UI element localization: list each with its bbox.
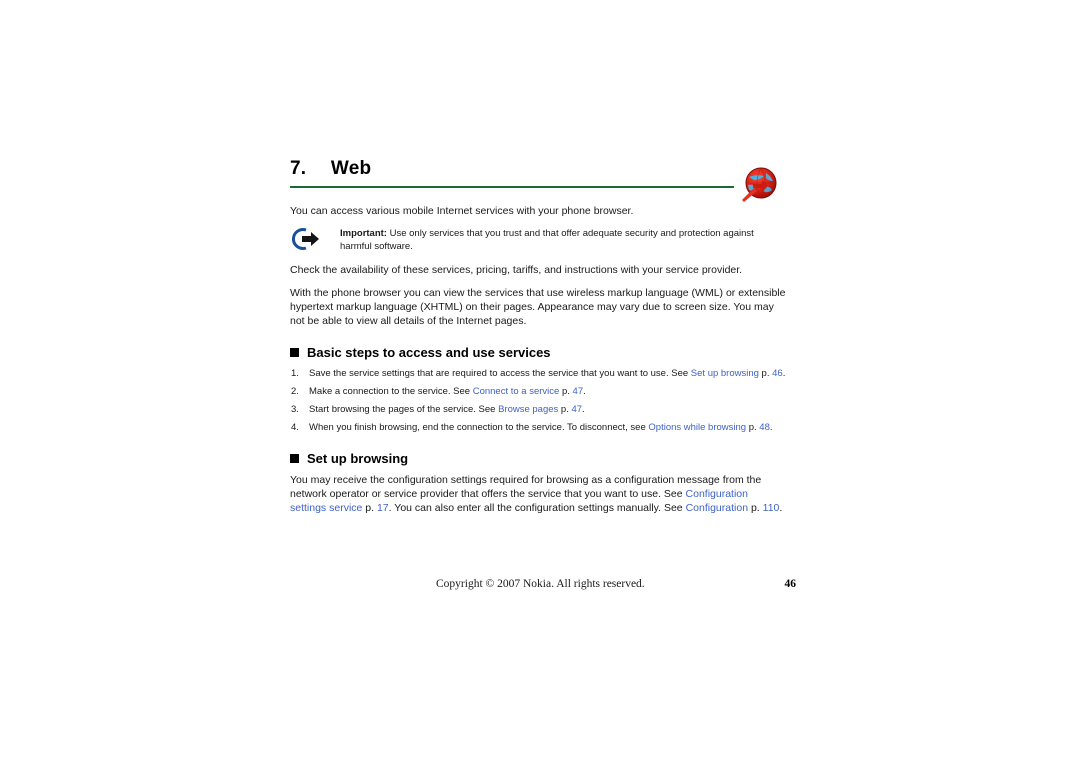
black-square-bullet-icon	[290, 348, 299, 357]
list-item: 3. Start browsing the pages of the servic…	[290, 403, 786, 416]
xref-link[interactable]: Connect to a service	[473, 386, 560, 397]
important-label: Important:	[340, 228, 387, 239]
xref-link[interactable]: Browse pages	[498, 404, 558, 415]
xref-link-configuration[interactable]: Configuration	[686, 502, 748, 514]
copyright-text: Copyright © 2007 Nokia. All rights reser…	[436, 578, 645, 590]
important-note-text: Important: Use only services that you tr…	[340, 227, 786, 253]
paragraph-segment: . You can also enter all the configurati…	[388, 502, 686, 514]
list-item: 1. Save the service settings that are req…	[290, 367, 786, 380]
xref-page-link[interactable]: 17	[377, 502, 389, 514]
xref-link[interactable]: Set up browsing	[691, 368, 759, 379]
step-text-mid: p.	[758, 368, 773, 379]
step-text-mid: p.	[559, 386, 573, 397]
step-number: 2.	[291, 386, 299, 397]
chapter-header: 7. Web	[290, 158, 736, 188]
paragraph-segment: p.	[748, 502, 763, 514]
step-text-pre: Make a connection to the service. See	[309, 386, 473, 397]
step-text-post: .	[782, 368, 786, 379]
important-body: Use only services that you trust and tha…	[340, 228, 754, 252]
section-title-text: Set up browsing	[307, 451, 409, 466]
step-number: 3.	[291, 404, 299, 415]
important-note: Important: Use only services that you tr…	[290, 227, 786, 253]
xref-page-link[interactable]: 110	[763, 502, 780, 514]
step-text-pre: Save the service settings that are requi…	[309, 368, 691, 379]
step-text-pre: Start browsing the pages of the service.…	[309, 404, 499, 415]
page-footer: Copyright © 2007 Nokia. All rights reser…	[436, 578, 796, 590]
step-number: 1.	[291, 368, 299, 379]
xref-page-link[interactable]: 47	[573, 386, 584, 397]
step-text-mid: p.	[746, 422, 760, 433]
main-content: You can access various mobile Internet s…	[290, 204, 786, 524]
xref-page-link[interactable]: 48	[759, 422, 770, 433]
availability-paragraph: Check the availability of these services…	[290, 264, 743, 276]
xref-page-link[interactable]: 47	[571, 404, 582, 415]
list-item: 4. When you finish browsing, end the conn…	[290, 421, 786, 434]
step-text-post: .	[583, 386, 586, 397]
page-number: 46	[784, 578, 797, 590]
step-number: 4.	[291, 422, 299, 433]
paragraph-segment: p.	[362, 502, 377, 514]
section-title-text: Basic steps to access and use services	[307, 345, 551, 360]
step-text-post: .	[769, 422, 773, 433]
intro-paragraph: You can access various mobile Internet s…	[290, 205, 634, 217]
set-up-browsing-paragraph: You may receive the configuration settin…	[290, 473, 786, 515]
black-square-bullet-icon	[290, 454, 299, 463]
paragraph-segment: .	[779, 502, 783, 514]
section-heading-basic-steps: Basic steps to access and use services	[290, 345, 786, 360]
step-text-mid: p.	[558, 404, 572, 415]
web-globe-icon	[740, 166, 778, 204]
chapter-divider-rule	[290, 186, 734, 188]
important-arrow-icon	[292, 227, 326, 251]
page-title: 7. Web	[290, 158, 372, 179]
list-item: 2. Make a connection to the service. See …	[290, 385, 786, 398]
basic-steps-list: 1. Save the service settings that are req…	[290, 367, 786, 434]
step-text-pre: When you finish browsing, end the connec…	[309, 422, 649, 433]
step-text-post: .	[582, 404, 585, 415]
section-heading-set-up-browsing: Set up browsing	[290, 451, 786, 466]
document-page: 7. Web You can access various mobile Int…	[0, 0, 1080, 763]
xref-page-link[interactable]: 46	[772, 368, 783, 379]
xref-link[interactable]: Options while browsing	[648, 422, 746, 433]
browser-capability-paragraph: With the phone browser you can view the …	[290, 287, 786, 327]
